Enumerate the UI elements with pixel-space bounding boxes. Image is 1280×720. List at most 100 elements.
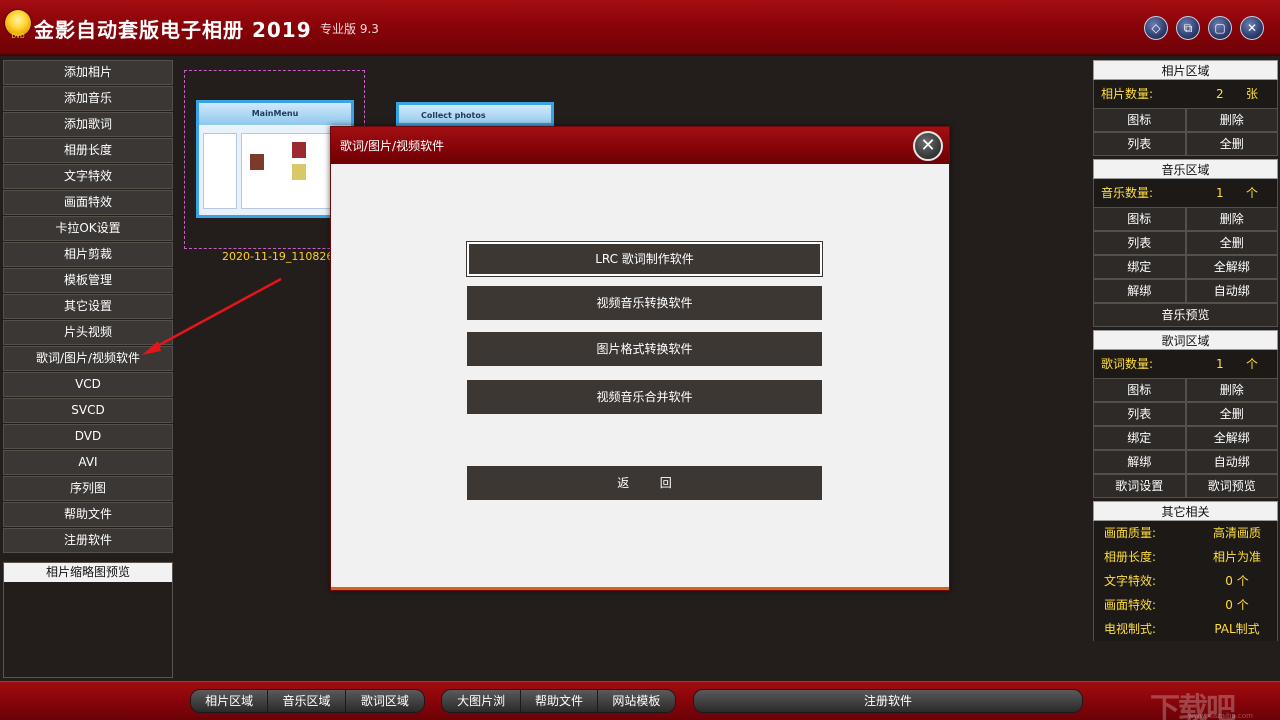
lyrics-count-label: 歌词数量: [1101,357,1154,371]
bottom-help-file-button[interactable]: 帮助文件 [521,690,598,712]
lyrics-unbind-all-button[interactable]: 全解绑 [1185,426,1278,450]
menu-sequence-images[interactable]: 序列图 [3,476,173,501]
bottom-large-image-browse-button[interactable]: 大图片浏览 [442,690,522,712]
photo-count-unit: 张 [1246,87,1259,101]
menu-other-settings[interactable]: 其它设置 [3,294,173,319]
video-music-converter-button[interactable]: 视频音乐转换软件 [467,286,822,320]
photo-area-title: 相片区域 [1093,60,1278,80]
thumbnail-image [250,154,264,170]
menu-avi[interactable]: AVI [3,450,173,475]
bottom-music-area-button[interactable]: 音乐区域 [268,690,346,712]
music-unbind-button[interactable]: 解绑 [1093,279,1186,303]
close-button[interactable]: ✕ [1240,16,1264,40]
photo-delete-button[interactable]: 删除 [1185,108,1278,132]
dialog-title: 歌词/图片/视频软件 [340,139,445,153]
photo-icon-view-button[interactable]: 图标 [1093,108,1186,132]
lyrics-unbind-button[interactable]: 解绑 [1093,450,1186,474]
title-bar: DVD 金影自动套版电子相册 2019 专业版 9.3 ◇ ⧉ ▢ ✕ [0,0,1280,56]
lyrics-delete-all-button[interactable]: 全删 [1185,402,1278,426]
bottom-lyrics-area-button[interactable]: 歌词区域 [345,690,424,712]
album-length-value: 相片为准 [1212,550,1261,564]
menu-lyrics-image-video-software[interactable]: 歌词/图片/视频软件 [3,346,173,371]
video-music-merger-button[interactable]: 视频音乐合并软件 [467,380,822,414]
dialog-bottom-accent [331,587,949,590]
menu-intro-video[interactable]: 片头视频 [3,320,173,345]
maximize-icon: ▢ [1214,21,1226,35]
lyrics-count-unit: 个 [1246,357,1259,371]
lyrics-bind-button[interactable]: 绑定 [1093,426,1186,450]
lyrics-icon-view-button[interactable]: 图标 [1093,378,1186,402]
thumbnail-title: MainMenu [251,109,299,118]
thumbnail-header: MainMenu [199,103,351,125]
close-icon: ✕ [920,135,936,156]
thumbnail-image [292,142,306,158]
menu-add-music[interactable]: 添加音乐 [3,86,173,111]
music-icon-view-button[interactable]: 图标 [1093,207,1186,231]
lyrics-area-title: 歌词区域 [1093,330,1278,350]
text-effects-value: 0 个 [1225,574,1249,588]
music-unbind-all-button[interactable]: 全解绑 [1185,255,1278,279]
back-button[interactable]: 返 回 [467,466,822,500]
photo-caption: 2020-11-19_110826 [222,250,334,263]
music-delete-button[interactable]: 删除 [1185,207,1278,231]
skin-button[interactable]: ◇ [1144,16,1168,40]
skin-icon: ◇ [1151,21,1161,35]
restore-button[interactable]: ⧉ [1176,16,1200,40]
thumbnail-sidebar [203,133,237,209]
music-delete-all-button[interactable]: 全删 [1185,231,1278,255]
lyrics-count-value: 1 [1216,357,1224,371]
menu-vcd[interactable]: VCD [3,372,173,397]
menu-picture-effects[interactable]: 画面特效 [3,190,173,215]
menu-template-manage[interactable]: 模板管理 [3,268,173,293]
menu-photo-crop[interactable]: 相片剪裁 [3,242,173,267]
menu-karaoke-settings[interactable]: 卡拉OK设置 [3,216,173,241]
music-bind-button[interactable]: 绑定 [1093,255,1186,279]
menu-help-file[interactable]: 帮助文件 [3,502,173,527]
thumbnail-header: Collect photos [399,105,551,123]
bottom-register-button[interactable]: 注册软件 [694,690,1082,712]
thumbnail-preview-panel: 相片缩略图预览 [3,562,173,678]
lyrics-count-row: 歌词数量: 1 个 [1093,350,1278,378]
menu-dvd[interactable]: DVD [3,424,173,449]
menu-register[interactable]: 注册软件 [3,528,173,553]
tv-format-label: 电视制式: [1104,622,1157,636]
bottom-website-template-button[interactable]: 网站模板 [597,690,675,712]
lyrics-auto-bind-button[interactable]: 自动绑 [1185,450,1278,474]
quality-row: 画面质量: 高清画质 [1093,521,1278,545]
menu-album-length[interactable]: 相册长度 [3,138,173,163]
menu-text-effects[interactable]: 文字特效 [3,164,173,189]
right-panel: 相片区域 相片数量: 2 张 图标 删除 列表 全删 音乐区域 音乐数量: 1 … [1093,60,1278,641]
bottom-photo-area-button[interactable]: 相片区域 [191,690,269,712]
dialog-header: 歌词/图片/视频软件 ✕ [331,127,949,164]
text-effects-label: 文字特效: [1104,574,1157,588]
software-dialog: 歌词/图片/视频软件 ✕ LRC 歌词制作软件 视频音乐转换软件 图片格式转换软… [330,126,950,591]
lyrics-settings-button[interactable]: 歌词设置 [1093,474,1186,498]
photo-delete-all-button[interactable]: 全删 [1185,132,1278,156]
menu-add-lyrics[interactable]: 添加歌词 [3,112,173,137]
lyrics-list-view-button[interactable]: 列表 [1093,402,1186,426]
watermark-url: www.xiazaiba.com [1188,712,1253,720]
music-count-unit: 个 [1246,186,1259,200]
restore-icon: ⧉ [1183,21,1193,35]
photo-thumbnail[interactable]: Collect photos [396,102,554,126]
bottom-group-tools: 大图片浏览 帮助文件 网站模板 [441,689,676,713]
lyrics-delete-button[interactable]: 删除 [1185,378,1278,402]
thumbnail-preview-title: 相片缩略图预览 [4,563,172,582]
bottom-group-register: 注册软件 [693,689,1083,713]
music-list-view-button[interactable]: 列表 [1093,231,1186,255]
music-auto-bind-button[interactable]: 自动绑 [1185,279,1278,303]
bottom-bar: 相片区域 音乐区域 歌词区域 大图片浏览 帮助文件 网站模板 注册软件 [0,681,1280,720]
photo-list-view-button[interactable]: 列表 [1093,132,1186,156]
thumbnail-image [292,164,306,180]
image-format-converter-button[interactable]: 图片格式转换软件 [467,332,822,366]
quality-value: 高清画质 [1212,526,1261,540]
menu-svcd[interactable]: SVCD [3,398,173,423]
maximize-button[interactable]: ▢ [1208,16,1232,40]
dialog-body: LRC 歌词制作软件 视频音乐转换软件 图片格式转换软件 视频音乐合并软件 返 … [331,164,949,589]
lrc-lyrics-maker-button[interactable]: LRC 歌词制作软件 [466,241,823,277]
lyrics-preview-button[interactable]: 歌词预览 [1185,474,1278,498]
music-count-row: 音乐数量: 1 个 [1093,179,1278,207]
music-preview-button[interactable]: 音乐预览 [1093,303,1278,327]
menu-add-photo[interactable]: 添加相片 [3,60,173,85]
dialog-close-button[interactable]: ✕ [913,131,943,161]
